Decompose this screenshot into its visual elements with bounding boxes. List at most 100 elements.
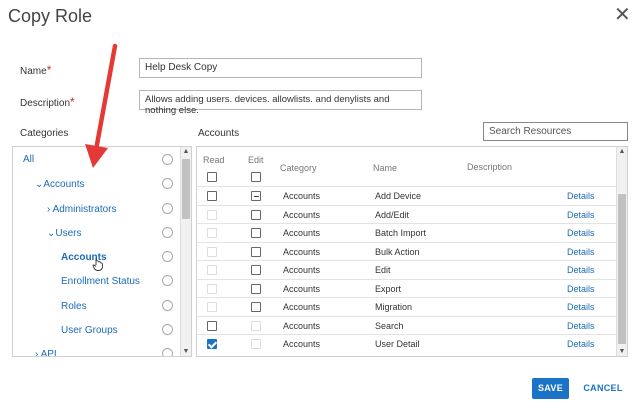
row-name: User Detail xyxy=(375,339,420,349)
edit-all-checkbox[interactable] xyxy=(251,172,261,182)
row-category: Accounts xyxy=(283,209,321,220)
row-name: Batch Import xyxy=(375,228,427,238)
table-scrollbar-thumb[interactable] xyxy=(618,194,626,344)
chevron-right-icon: › xyxy=(47,204,51,215)
resources-label: Accounts xyxy=(198,128,240,139)
row-category: Accounts xyxy=(283,302,321,312)
row-category: Accounts xyxy=(283,320,321,331)
tree-item-enrollment-status[interactable]: Enrollment Status xyxy=(61,276,140,287)
table-row: Accounts Search Details xyxy=(197,315,617,335)
table-row: Accounts Add/Edit Details xyxy=(197,204,617,224)
tree-item-administrators[interactable]: › Administrators xyxy=(47,204,116,215)
row-details-link[interactable]: Details xyxy=(567,247,595,257)
read-checkbox xyxy=(207,283,217,294)
tree-radio-administrators[interactable] xyxy=(162,203,173,214)
chevron-right-icon: › xyxy=(35,349,39,357)
scroll-up-icon[interactable]: ▲ xyxy=(617,148,627,155)
dialog-title: Copy Role xyxy=(8,6,93,26)
edit-checkbox xyxy=(251,320,261,331)
column-header-category: Category xyxy=(280,163,317,173)
tree-scrollbar[interactable]: ▲ ▼ xyxy=(180,147,191,356)
tree-radio-enrollment-status[interactable] xyxy=(162,275,173,286)
row-name: Migration xyxy=(375,302,413,312)
cancel-button[interactable]: CANCEL xyxy=(581,378,625,399)
row-category: Accounts xyxy=(283,339,321,349)
read-checkbox xyxy=(207,302,217,312)
read-checkbox xyxy=(207,228,217,238)
required-mark: * xyxy=(46,63,52,77)
row-category: Accounts xyxy=(283,283,321,294)
search-resources-input[interactable]: Search Resources xyxy=(483,122,628,141)
row-details-link[interactable]: Details xyxy=(567,284,595,294)
tree-item-roles[interactable]: Roles xyxy=(61,301,87,312)
tree-scrollbar-thumb[interactable] xyxy=(182,159,190,219)
row-details-link[interactable]: Details xyxy=(567,191,595,201)
tree-radio-all[interactable] xyxy=(162,154,173,165)
row-name: Search xyxy=(375,320,404,331)
edit-checkbox[interactable] xyxy=(251,283,261,294)
edit-checkbox[interactable] xyxy=(251,302,261,312)
row-category: Accounts xyxy=(283,228,321,238)
table-row: Accounts User Detail Details xyxy=(197,334,617,353)
tree-radio-users-accounts[interactable] xyxy=(162,251,173,262)
row-category: Accounts xyxy=(283,265,321,275)
column-header-read: Read xyxy=(203,155,225,165)
column-header-description: Description xyxy=(467,162,513,172)
tree-radio-accounts[interactable] xyxy=(162,178,173,189)
edit-checkbox xyxy=(251,339,261,349)
edit-checkbox[interactable] xyxy=(251,209,261,220)
read-checkbox[interactable] xyxy=(207,320,217,331)
tree-radio-users[interactable] xyxy=(162,227,173,238)
scroll-down-icon[interactable]: ▼ xyxy=(181,348,191,355)
row-details-link[interactable]: Details xyxy=(567,265,595,275)
table-row: Accounts Migration Details xyxy=(197,297,617,316)
table-row: Accounts Bulk Action Details xyxy=(197,241,617,261)
read-checkbox[interactable] xyxy=(207,191,217,201)
categories-tree: All ⌄Accounts › Administrators ⌄Users Ac… xyxy=(12,146,192,357)
tree-item-user-groups[interactable]: User Groups xyxy=(61,325,118,336)
hand-cursor-icon xyxy=(92,258,103,271)
close-icon[interactable]: ✕ xyxy=(614,5,631,25)
scroll-down-icon[interactable]: ▼ xyxy=(617,348,627,355)
table-row: Accounts Edit Details xyxy=(197,260,617,279)
row-details-link[interactable]: Details xyxy=(567,210,595,220)
name-field[interactable]: Help Desk Copy xyxy=(139,58,422,78)
table-row: Accounts Export Details xyxy=(197,278,617,298)
row-details-link[interactable]: Details xyxy=(567,339,595,349)
row-details-link[interactable]: Details xyxy=(567,321,595,331)
row-name: Add Device xyxy=(375,191,422,201)
edit-checkbox[interactable] xyxy=(251,265,261,275)
tree-radio-api[interactable] xyxy=(162,348,173,356)
resources-table: Read Edit Category Name Description Acco… xyxy=(196,146,628,357)
name-label: Name* xyxy=(20,63,52,77)
scroll-up-icon[interactable]: ▲ xyxy=(181,148,191,155)
row-details-link[interactable]: Details xyxy=(567,228,595,238)
save-button[interactable]: SAVE xyxy=(532,378,569,399)
edit-checkbox[interactable] xyxy=(251,246,261,257)
read-all-checkbox[interactable] xyxy=(207,172,217,182)
read-checkbox xyxy=(207,265,217,275)
row-name: Edit xyxy=(375,265,391,275)
tree-item-api[interactable]: › API xyxy=(35,349,57,357)
description-field[interactable]: Allows adding users. devices. allowlists… xyxy=(139,90,422,116)
table-scrollbar[interactable]: ▲ ▼ xyxy=(616,147,627,356)
column-header-edit: Edit xyxy=(248,155,264,165)
tree-radio-roles[interactable] xyxy=(162,300,173,311)
column-header-name: Name xyxy=(373,163,398,173)
tree-radio-user-groups[interactable] xyxy=(162,324,173,335)
row-name: Bulk Action xyxy=(375,246,420,257)
row-category: Accounts xyxy=(283,246,321,257)
read-checkbox[interactable] xyxy=(207,339,217,349)
categories-label: Categories xyxy=(20,128,69,139)
tree-item-users[interactable]: ⌄Users xyxy=(47,228,82,239)
edit-checkbox[interactable] xyxy=(251,228,261,238)
read-checkbox xyxy=(207,246,217,257)
description-label: Description* xyxy=(20,95,75,109)
table-row: Accounts Add Device Details xyxy=(197,186,617,205)
row-details-link[interactable]: Details xyxy=(567,302,595,312)
row-name: Add/Edit xyxy=(375,209,410,220)
row-category: Accounts xyxy=(283,191,321,201)
tree-item-all[interactable]: All xyxy=(23,154,34,165)
tree-item-accounts[interactable]: ⌄Accounts xyxy=(35,179,85,190)
edit-checkbox[interactable] xyxy=(251,191,261,201)
